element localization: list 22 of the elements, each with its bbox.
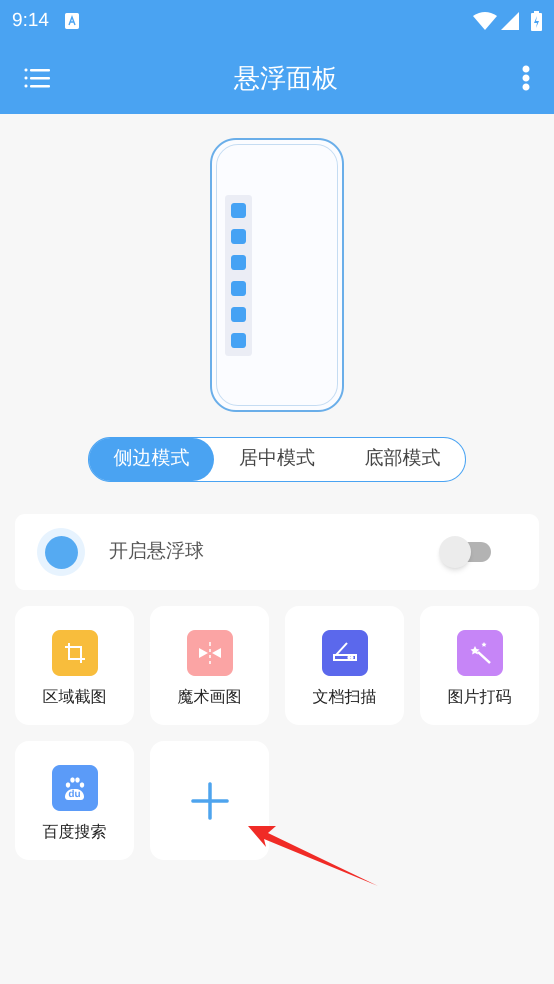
battery-icon: [531, 11, 542, 31]
mode-tab[interactable]: 居中模式: [214, 438, 340, 481]
signal-icon: [501, 12, 519, 30]
add-tile-button[interactable]: [150, 741, 269, 860]
mode-tab[interactable]: 底部模式: [340, 438, 465, 481]
plus-icon: [190, 782, 228, 820]
wifi-icon: [473, 12, 497, 30]
tool-tile[interactable]: 区域截图: [15, 606, 134, 725]
toolbar-title: 悬浮面板: [234, 62, 338, 94]
tool-tile[interactable]: 图片打码: [420, 606, 539, 725]
floating-ball-label: 开启悬浮球: [109, 540, 205, 564]
keyboard-icon: [64, 13, 79, 29]
toggle-switch[interactable]: [439, 536, 491, 568]
paw-logo-icon: du: [52, 765, 98, 811]
tool-tile[interactable]: 文档扫描: [285, 606, 404, 725]
crop-icon: [62, 641, 86, 665]
status-time: 9:14: [12, 8, 49, 33]
tool-tile[interactable]: 魔术画图: [150, 606, 269, 725]
mirror-icon: [196, 640, 222, 666]
menu-icon[interactable]: [24, 68, 50, 88]
tool-tile[interactable]: du 百度搜索: [15, 741, 134, 860]
more-icon[interactable]: [522, 65, 530, 91]
